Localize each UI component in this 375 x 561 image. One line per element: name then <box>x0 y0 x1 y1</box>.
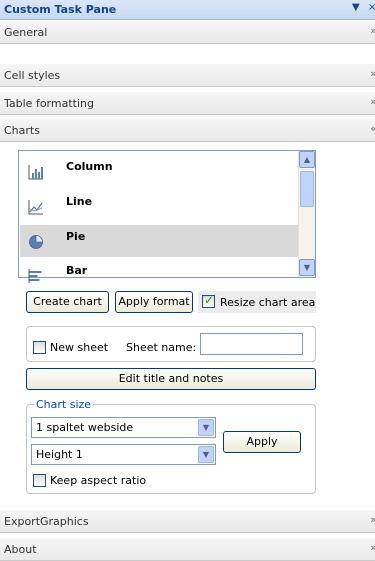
new-sheet-checkbox[interactable] <box>33 341 46 354</box>
keep-aspect-ratio-label: Keep aspect ratio <box>50 474 147 487</box>
list-item-pie[interactable]: Pie <box>20 225 298 257</box>
apply-size-button[interactable]: Apply <box>223 431 301 453</box>
chevron-down-icon[interactable]: ▼ <box>198 446 214 463</box>
chart-size-legend: Chart size <box>34 398 94 411</box>
section-table-formatting[interactable]: Table formatting » <box>0 91 375 115</box>
list-item-bar[interactable]: Bar <box>20 259 298 291</box>
keep-aspect-ratio-checkbox[interactable] <box>33 474 46 487</box>
chart-height-value: Height 1 <box>36 448 83 461</box>
chart-type-list[interactable]: Column Line Pie Bar ▲ ▼ <box>18 150 316 283</box>
chart-width-value: 1 spaltet webside <box>36 421 134 434</box>
chart-height-select[interactable]: Height 1 ▼ <box>31 444 216 465</box>
list-item-line[interactable]: Line <box>20 190 298 222</box>
section-general-label: General <box>4 26 48 39</box>
expand-chevron-icon[interactable]: » <box>370 513 375 526</box>
list-item-column[interactable]: Column <box>20 155 298 187</box>
section-about-label: About <box>4 543 37 556</box>
list-item-label: Line <box>66 195 93 208</box>
pie-chart-icon <box>29 235 43 249</box>
line-chart-icon <box>28 200 43 215</box>
list-item-label: Pie <box>66 230 86 243</box>
chevron-down-icon[interactable]: ▼ <box>198 419 214 436</box>
sheet-name-input[interactable] <box>200 333 303 355</box>
resize-chart-area-option[interactable]: Resize chart area <box>198 291 316 313</box>
sheet-name-label: Sheet name: <box>126 341 197 354</box>
resize-chart-area-checkbox[interactable] <box>202 293 215 308</box>
section-charts[interactable]: Charts « <box>0 118 375 142</box>
list-item-label: Column <box>66 160 113 173</box>
task-pane-menu-icon[interactable]: ▼ <box>352 2 360 13</box>
chart-width-select[interactable]: 1 spaltet webside ▼ <box>31 417 216 438</box>
collapse-chevron-icon[interactable]: « <box>370 122 375 135</box>
task-pane-close-icon[interactable]: × <box>368 2 375 13</box>
section-general[interactable]: General » <box>0 20 375 44</box>
section-cell-styles[interactable]: Cell styles » <box>0 63 375 87</box>
section-export-graphics-label: ExportGraphics <box>4 515 89 528</box>
column-chart-icon <box>28 165 43 180</box>
apply-format-button[interactable]: Apply format <box>115 291 193 313</box>
expand-chevron-icon[interactable]: » <box>370 24 375 37</box>
scroll-down-icon[interactable]: ▼ <box>299 259 315 276</box>
section-charts-label: Charts <box>4 124 40 137</box>
section-about[interactable]: About » <box>0 537 375 561</box>
task-pane-title-bar: Custom Task Pane ▼ × <box>0 0 375 20</box>
section-export-graphics[interactable]: ExportGraphics » <box>0 509 375 533</box>
list-scrollbar[interactable]: ▲ ▼ <box>298 151 315 277</box>
expand-chevron-icon[interactable]: » <box>370 95 375 108</box>
section-cell-styles-label: Cell styles <box>4 69 61 82</box>
resize-chart-area-label: Resize chart area <box>220 296 316 309</box>
scroll-up-icon[interactable]: ▲ <box>299 151 315 168</box>
new-sheet-label: New sheet <box>50 341 109 354</box>
list-item-label: Bar <box>66 264 88 277</box>
section-table-formatting-label: Table formatting <box>4 97 94 110</box>
expand-chevron-icon[interactable]: » <box>370 541 375 554</box>
task-pane-title: Custom Task Pane <box>4 3 117 16</box>
scroll-thumb[interactable] <box>300 171 314 207</box>
edit-title-and-notes-button[interactable]: Edit title and notes <box>26 368 316 390</box>
create-chart-button[interactable]: Create chart <box>26 291 109 313</box>
bar-chart-icon <box>28 269 42 283</box>
expand-chevron-icon[interactable]: » <box>370 67 375 80</box>
